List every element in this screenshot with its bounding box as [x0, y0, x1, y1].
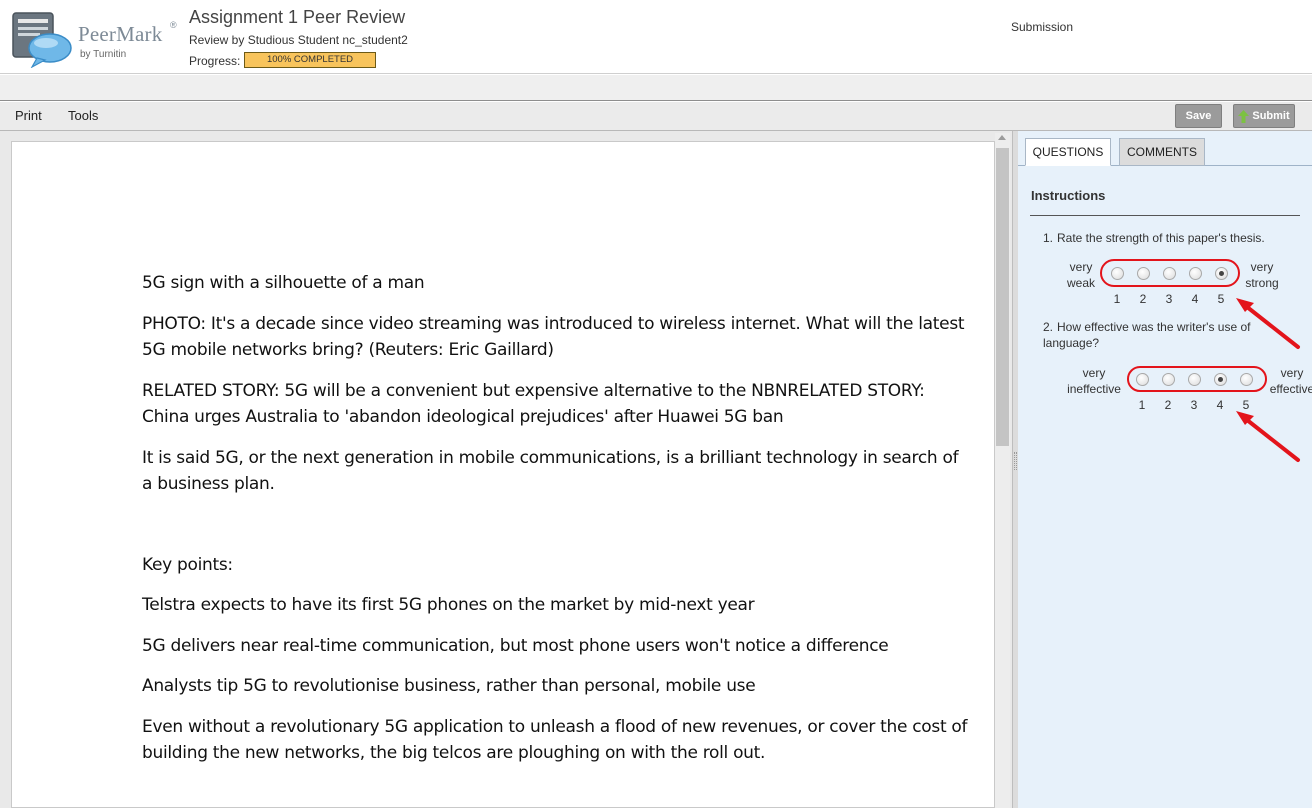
logo-name: PeerMark	[78, 22, 163, 46]
q2-low-label-line2: ineffective	[1067, 382, 1121, 396]
doc-paragraph: RELATED STORY: 5G will be a convenient b…	[142, 380, 925, 428]
q2-low-label: very ineffective	[1062, 365, 1126, 397]
save-button[interactable]: Save	[1175, 104, 1222, 128]
document-scrollbar[interactable]	[995, 133, 1010, 808]
q2-high-label-line1: very	[1280, 366, 1304, 380]
question-number: 1.	[1043, 231, 1054, 245]
q1-option-2: 2	[1139, 292, 1147, 306]
q2-option-4: 4	[1216, 398, 1224, 412]
page-title: Assignment 1 Peer Review	[189, 7, 406, 27]
progress-bar: 100% COMPLETED	[244, 52, 376, 68]
peermark-logo: PeerMark ® by Turnitin	[10, 8, 180, 68]
doc-paragraph: Telstra expects to have its first 5G pho…	[142, 595, 755, 615]
tools-menu[interactable]: Tools	[68, 108, 98, 123]
q1-option-5: 5	[1217, 292, 1225, 306]
scroll-up-icon[interactable]	[998, 135, 1006, 140]
submit-button[interactable]: Submit	[1233, 104, 1295, 128]
doc-paragraph: Even without a revolutionary 5G applicat…	[142, 716, 968, 764]
q1-annotation-highlight	[1100, 259, 1240, 287]
q2-high-label: very effective	[1266, 365, 1312, 397]
q1-option-4: 4	[1191, 292, 1199, 306]
annotation-arrow-icon	[1236, 298, 1300, 349]
peermark-logo-icon	[12, 12, 72, 68]
submit-arrow-icon	[1238, 110, 1249, 123]
question-text: Rate the strength of this paper's thesis…	[1057, 231, 1265, 245]
q2-high-label-line2: effective	[1269, 382, 1312, 396]
document-page: 5G sign with a silhouette of a man PHOTO…	[11, 141, 995, 808]
q1-low-label-line2: weak	[1067, 276, 1096, 290]
app-header: PeerMark ® by Turnitin Assignment 1 Peer…	[0, 0, 1312, 74]
progress-text: 100% COMPLETED	[266, 54, 354, 65]
header-spacer-bar	[0, 75, 1312, 101]
q1-option-3: 3	[1165, 292, 1173, 306]
q2-option-3: 3	[1190, 398, 1198, 412]
scroll-thumb[interactable]	[996, 148, 1009, 446]
question-1: 1. Rate the strength of this paper's thes…	[1043, 230, 1265, 246]
submit-label: Submit	[1252, 110, 1290, 122]
q2-option-1: 1	[1138, 398, 1146, 412]
q2-option-2: 2	[1164, 398, 1172, 412]
doc-paragraph: Analysts tip 5G to revolutionise busines…	[142, 676, 756, 696]
tab-questions[interactable]: QUESTIONS	[1025, 138, 1111, 166]
q1-high-label-line2: strong	[1245, 276, 1279, 290]
review-panel: QUESTIONS COMMENTS Instructions 1. Rate t…	[1018, 131, 1312, 808]
instructions-heading: Instructions	[1031, 188, 1106, 203]
toolbar: Print Tools Save Submit	[0, 102, 1312, 131]
question-text: How effective was the writer's use of la…	[1043, 320, 1251, 350]
review-subtitle: Review by Studious Student nc_student2	[189, 33, 408, 47]
doc-paragraph: 5G sign with a silhouette of a man	[142, 273, 425, 293]
q1-high-label-line1: very	[1250, 260, 1274, 274]
document-body: 5G sign with a silhouette of a man PHOTO…	[142, 270, 972, 781]
document-pane: 5G sign with a silhouette of a man PHOTO…	[0, 131, 1012, 808]
q1-low-label: very weak	[1067, 259, 1095, 291]
instructions-divider	[1030, 215, 1300, 216]
q1-option-1: 1	[1113, 292, 1121, 306]
question-number: 2.	[1043, 320, 1054, 334]
q2-annotation-highlight	[1127, 366, 1267, 392]
doc-paragraph: It is said 5G, or the next generation in…	[142, 447, 959, 495]
q2-low-label-line1: very	[1082, 366, 1106, 380]
doc-paragraph: PHOTO: It's a decade since video streami…	[142, 313, 965, 361]
progress-label: Progress:	[189, 54, 241, 68]
submission-link[interactable]: Submission	[1011, 20, 1073, 34]
logo-byline: by Turnitin	[80, 49, 127, 60]
print-menu[interactable]: Print	[15, 108, 42, 123]
doc-paragraph: 5G delivers near real-time communication…	[142, 635, 889, 656]
logo-registered-mark: ®	[170, 20, 177, 30]
tab-comments[interactable]: COMMENTS	[1119, 138, 1205, 166]
annotation-arrow-icon	[1236, 411, 1300, 462]
splitter-grip-icon[interactable]	[1014, 452, 1017, 470]
q1-low-label-line1: very	[1069, 260, 1093, 274]
doc-paragraph: Key points:	[142, 554, 233, 575]
q1-high-label: very strong	[1242, 259, 1282, 291]
